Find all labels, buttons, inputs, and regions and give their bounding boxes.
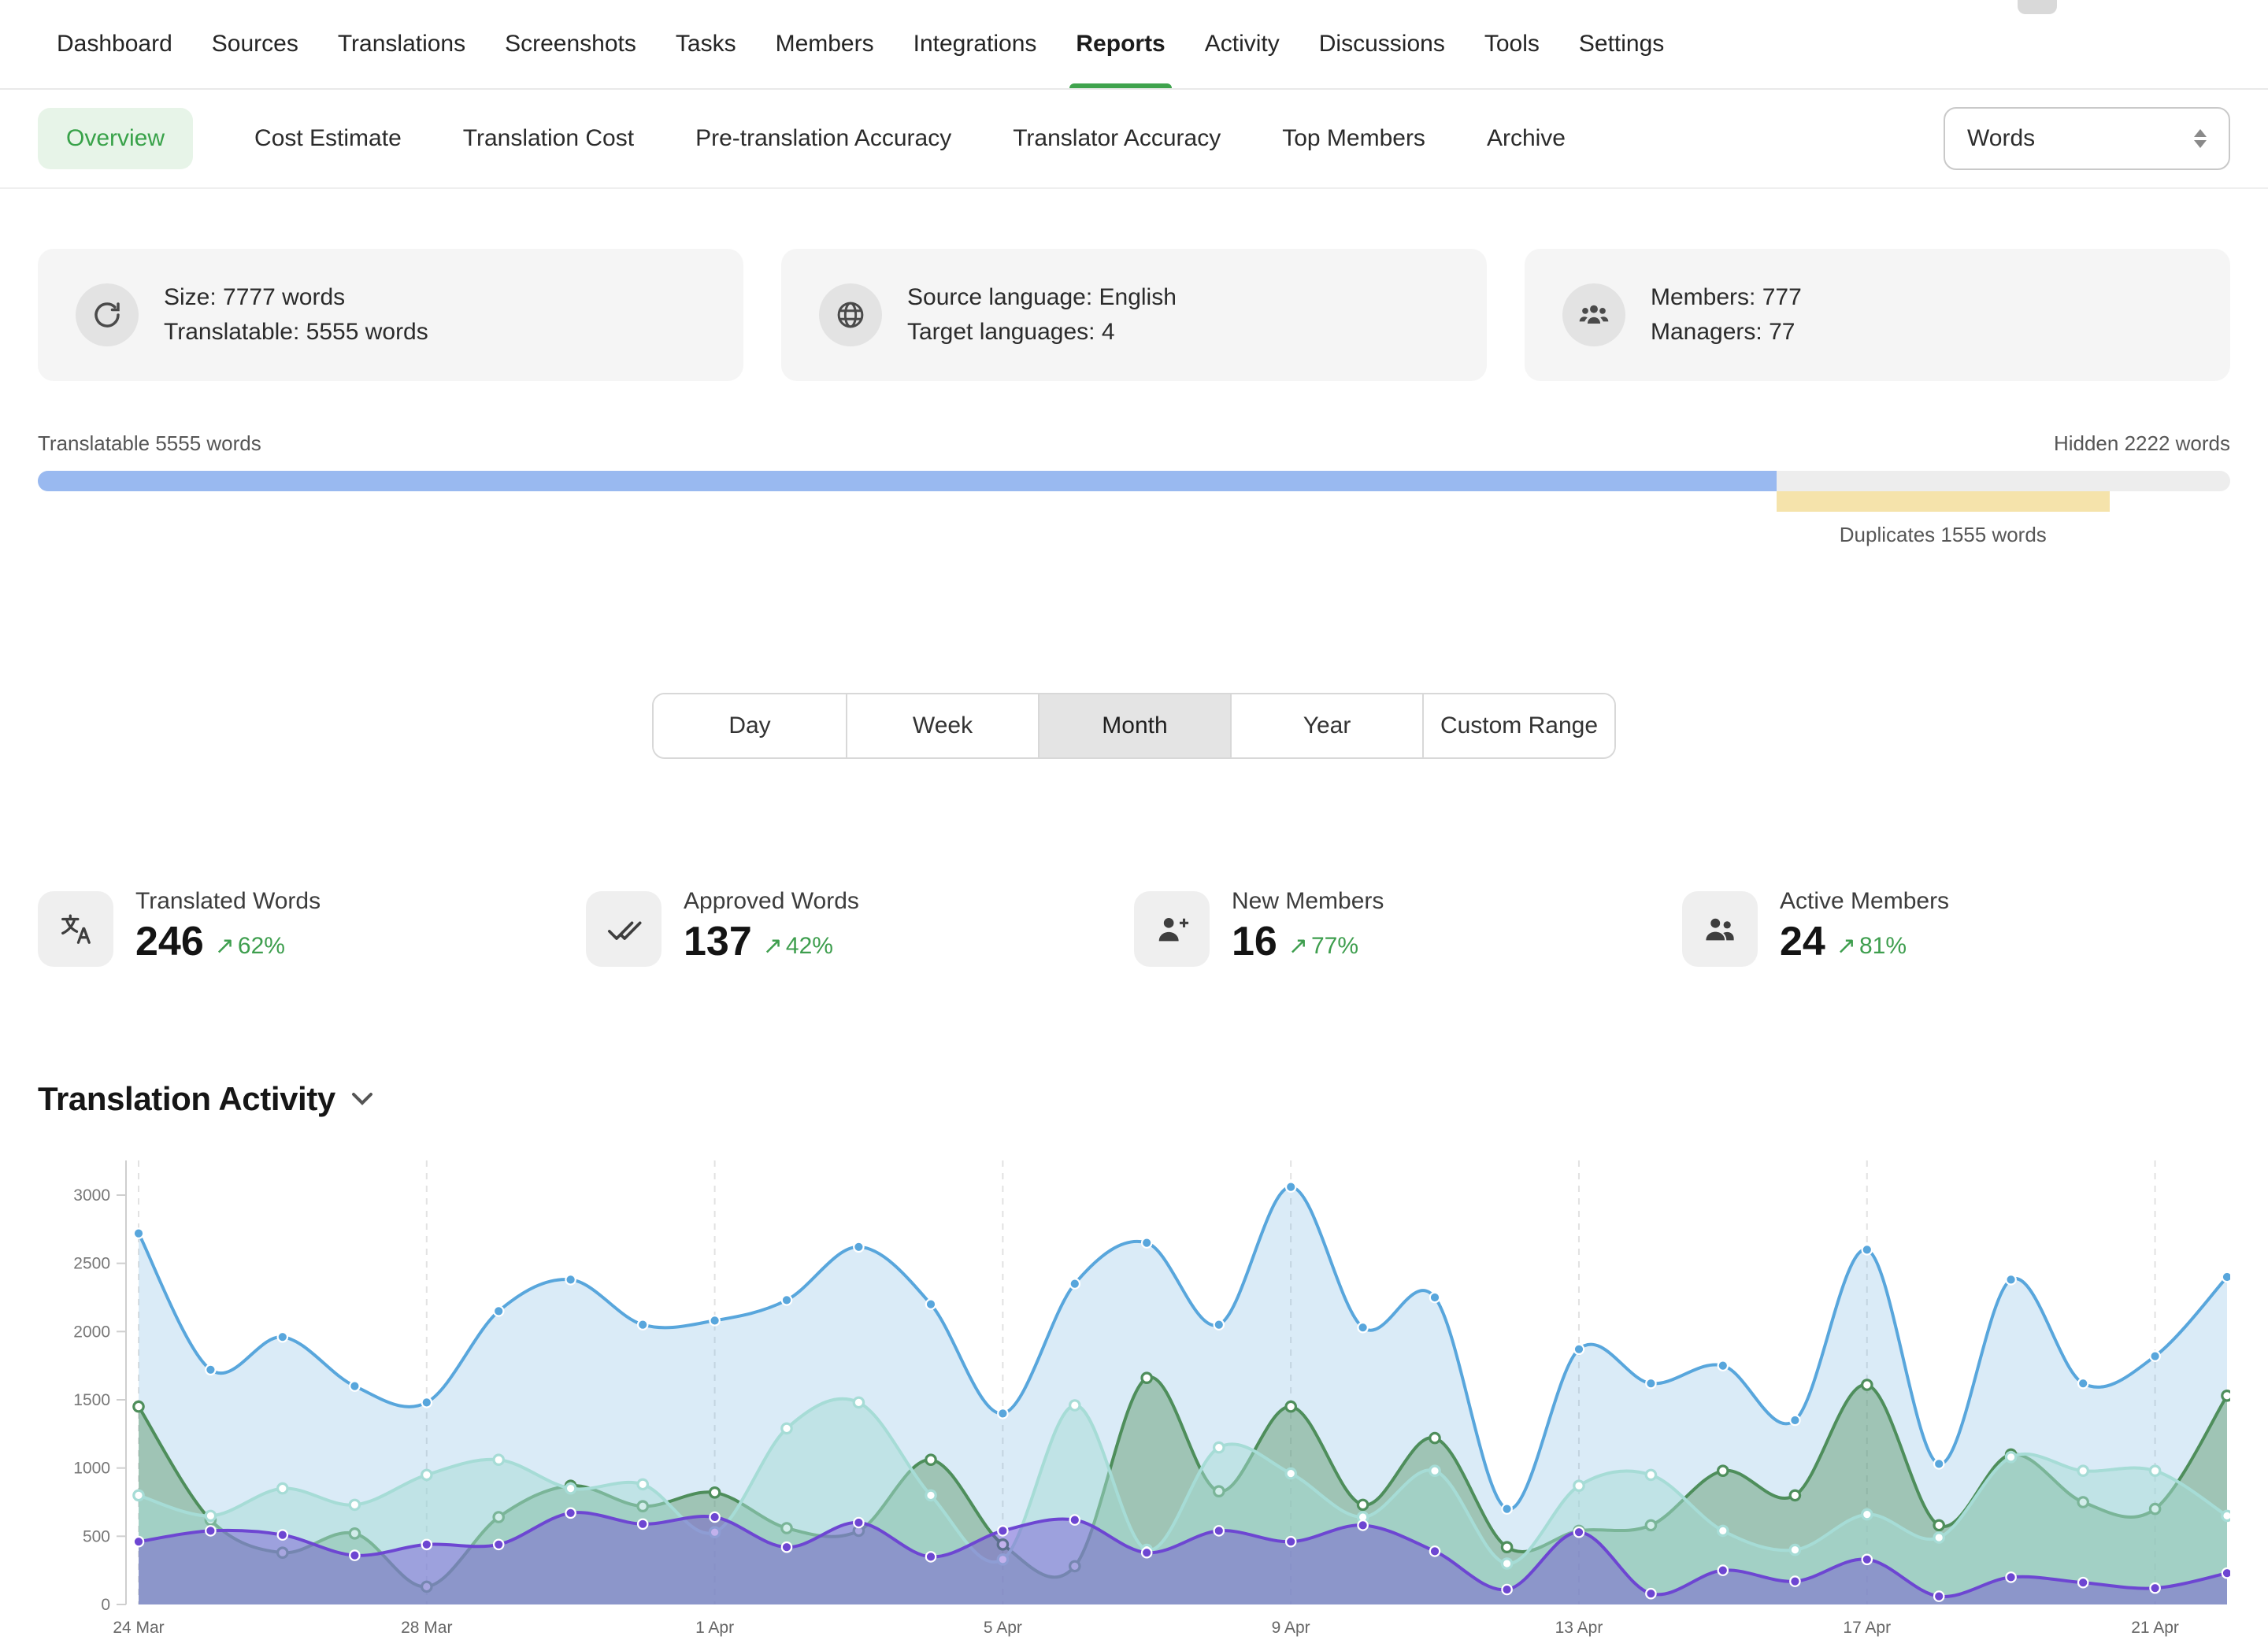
svg-text:28 Mar: 28 Mar xyxy=(401,1619,452,1637)
svg-text:2000: 2000 xyxy=(73,1323,110,1341)
range-month-button[interactable]: Month xyxy=(1038,694,1230,757)
stats-row: Translated Words 246 ↗62% Approved Words… xyxy=(38,888,2230,967)
unit-select-value: Words xyxy=(1967,125,2035,152)
svg-text:3000: 3000 xyxy=(73,1186,110,1205)
tab-translation-cost[interactable]: Translation Cost xyxy=(463,125,634,152)
active-members-stat: Active Members 24 ↗81% xyxy=(1682,888,2230,967)
managers-line: Managers: 77 xyxy=(1651,315,1802,350)
svg-text:9 Apr: 9 Apr xyxy=(1272,1619,1310,1637)
sync-icon xyxy=(76,283,139,346)
project-info-cards: Size: 7777 words Translatable: 5555 word… xyxy=(38,249,2230,381)
duplicates-bar xyxy=(1777,491,2110,512)
hidden-label: Hidden 2222 words xyxy=(2054,431,2230,460)
size-line: Size: 7777 words xyxy=(164,280,428,315)
reports-page: Dashboard Sources Translations Screensho… xyxy=(0,0,2268,1647)
stat-value: 16 xyxy=(1232,918,1277,965)
words-progress: Translatable 5555 words Hidden 2222 word… xyxy=(38,431,2230,611)
stat-label: New Members xyxy=(1232,888,1384,915)
tab-pretranslation-accuracy[interactable]: Pre-translation Accuracy xyxy=(695,125,951,152)
tab-translator-accuracy[interactable]: Translator Accuracy xyxy=(1013,125,1221,152)
translated-words-stat: Translated Words 246 ↗62% xyxy=(38,888,586,967)
stat-delta: ↗62% xyxy=(215,927,285,965)
svg-text:1500: 1500 xyxy=(73,1391,110,1409)
language-card: Source language: English Target language… xyxy=(781,249,1487,381)
target-languages-line: Target languages: 4 xyxy=(907,315,1177,350)
nav-item-members[interactable]: Members xyxy=(776,0,874,88)
translatable-label: Translatable 5555 words xyxy=(38,431,261,460)
nav-item-activity[interactable]: Activity xyxy=(1205,0,1280,88)
translation-activity-chart[interactable]: 24 Mar 28 Mar 1 Apr 5 Apr 9 Apr 13 Apr 17 Apr 2… xyxy=(38,1129,2230,1647)
svg-text:500: 500 xyxy=(83,1527,110,1545)
trend-up-icon: ↗ xyxy=(763,927,783,965)
svg-text:17 Apr: 17 Apr xyxy=(1843,1619,1891,1637)
svg-text:21 Apr: 21 Apr xyxy=(2131,1619,2179,1637)
size-card: Size: 7777 words Translatable: 5555 word… xyxy=(38,249,743,381)
translate-icon xyxy=(38,891,113,967)
nav-item-settings[interactable]: Settings xyxy=(1579,0,1664,88)
range-week-button[interactable]: Week xyxy=(846,694,1038,757)
tab-top-members[interactable]: Top Members xyxy=(1282,125,1425,152)
trend-up-icon: ↗ xyxy=(215,927,235,965)
activity-header: Translation Activity xyxy=(38,1080,2230,1118)
tab-overview[interactable]: Overview xyxy=(38,108,193,169)
nav-item-reports[interactable]: Reports xyxy=(1076,0,1165,88)
range-custom-button[interactable]: Custom Range xyxy=(1422,694,1614,757)
range-year-button[interactable]: Year xyxy=(1230,694,1422,757)
trend-up-icon: ↗ xyxy=(1836,927,1856,965)
members-line: Members: 777 xyxy=(1651,280,1802,315)
people-icon xyxy=(1682,891,1758,967)
svg-text:1000: 1000 xyxy=(73,1460,110,1478)
svg-text:13 Apr: 13 Apr xyxy=(1555,1619,1603,1637)
stat-label: Active Members xyxy=(1780,888,1949,915)
report-tabs: Overview Cost Estimate Translation Cost … xyxy=(0,90,2268,189)
top-nav: Dashboard Sources Translations Screensho… xyxy=(0,0,2268,90)
duplicates-label: Duplicates 1555 words xyxy=(1840,523,2047,547)
nav-item-tasks[interactable]: Tasks xyxy=(676,0,736,88)
stat-label: Approved Words xyxy=(684,888,859,915)
stat-delta: ↗42% xyxy=(763,927,833,965)
activity-title: Translation Activity xyxy=(38,1080,335,1118)
select-stepper-icon xyxy=(2194,129,2207,148)
chevron-down-icon[interactable] xyxy=(351,1092,373,1106)
tab-archive[interactable]: Archive xyxy=(1487,125,1566,152)
stat-value: 24 xyxy=(1780,918,1825,965)
stat-value: 137 xyxy=(684,918,752,965)
nav-item-tools[interactable]: Tools xyxy=(1484,0,1540,88)
svg-text:1 Apr: 1 Apr xyxy=(695,1619,734,1637)
date-range-toggle-row: Day Week Month Year Custom Range xyxy=(0,693,2268,759)
members-card: Members: 777 Managers: 77 xyxy=(1525,249,2230,381)
date-range-toggle: Day Week Month Year Custom Range xyxy=(652,693,1616,759)
nav-item-sources[interactable]: Sources xyxy=(212,0,298,88)
trend-up-icon: ↗ xyxy=(1288,927,1308,965)
nav-item-screenshots[interactable]: Screenshots xyxy=(505,0,636,88)
new-members-stat: New Members 16 ↗77% xyxy=(1134,888,1682,967)
person-plus-icon xyxy=(1134,891,1210,967)
globe-icon xyxy=(819,283,882,346)
source-language-line: Source language: English xyxy=(907,280,1177,315)
tab-cost-estimate[interactable]: Cost Estimate xyxy=(254,125,402,152)
team-icon xyxy=(1562,283,1625,346)
double-check-icon xyxy=(586,891,662,967)
stat-label: Translated Words xyxy=(135,888,321,915)
range-day-button[interactable]: Day xyxy=(654,694,846,757)
translatable-line: Translatable: 5555 words xyxy=(164,315,428,350)
svg-text:2500: 2500 xyxy=(73,1255,110,1273)
stat-delta: ↗81% xyxy=(1836,927,1907,965)
activity-chart-wrap: 24 Mar 28 Mar 1 Apr 5 Apr 9 Apr 13 Apr 17 Apr 2… xyxy=(38,1129,2230,1647)
svg-text:0: 0 xyxy=(101,1596,110,1614)
nav-item-dashboard[interactable]: Dashboard xyxy=(57,0,172,88)
svg-text:24 Mar: 24 Mar xyxy=(113,1619,164,1637)
unit-select[interactable]: Words xyxy=(1944,107,2230,170)
stat-delta: ↗77% xyxy=(1288,927,1358,965)
nav-item-integrations[interactable]: Integrations xyxy=(914,0,1037,88)
stat-value: 246 xyxy=(135,918,204,965)
avatar[interactable] xyxy=(2018,0,2057,14)
approved-words-stat: Approved Words 137 ↗42% xyxy=(586,888,1134,967)
progress-track xyxy=(38,471,2230,491)
translatable-bar xyxy=(38,471,1777,491)
svg-text:5 Apr: 5 Apr xyxy=(984,1619,1022,1637)
nav-item-discussions[interactable]: Discussions xyxy=(1319,0,1445,88)
nav-item-translations[interactable]: Translations xyxy=(338,0,465,88)
